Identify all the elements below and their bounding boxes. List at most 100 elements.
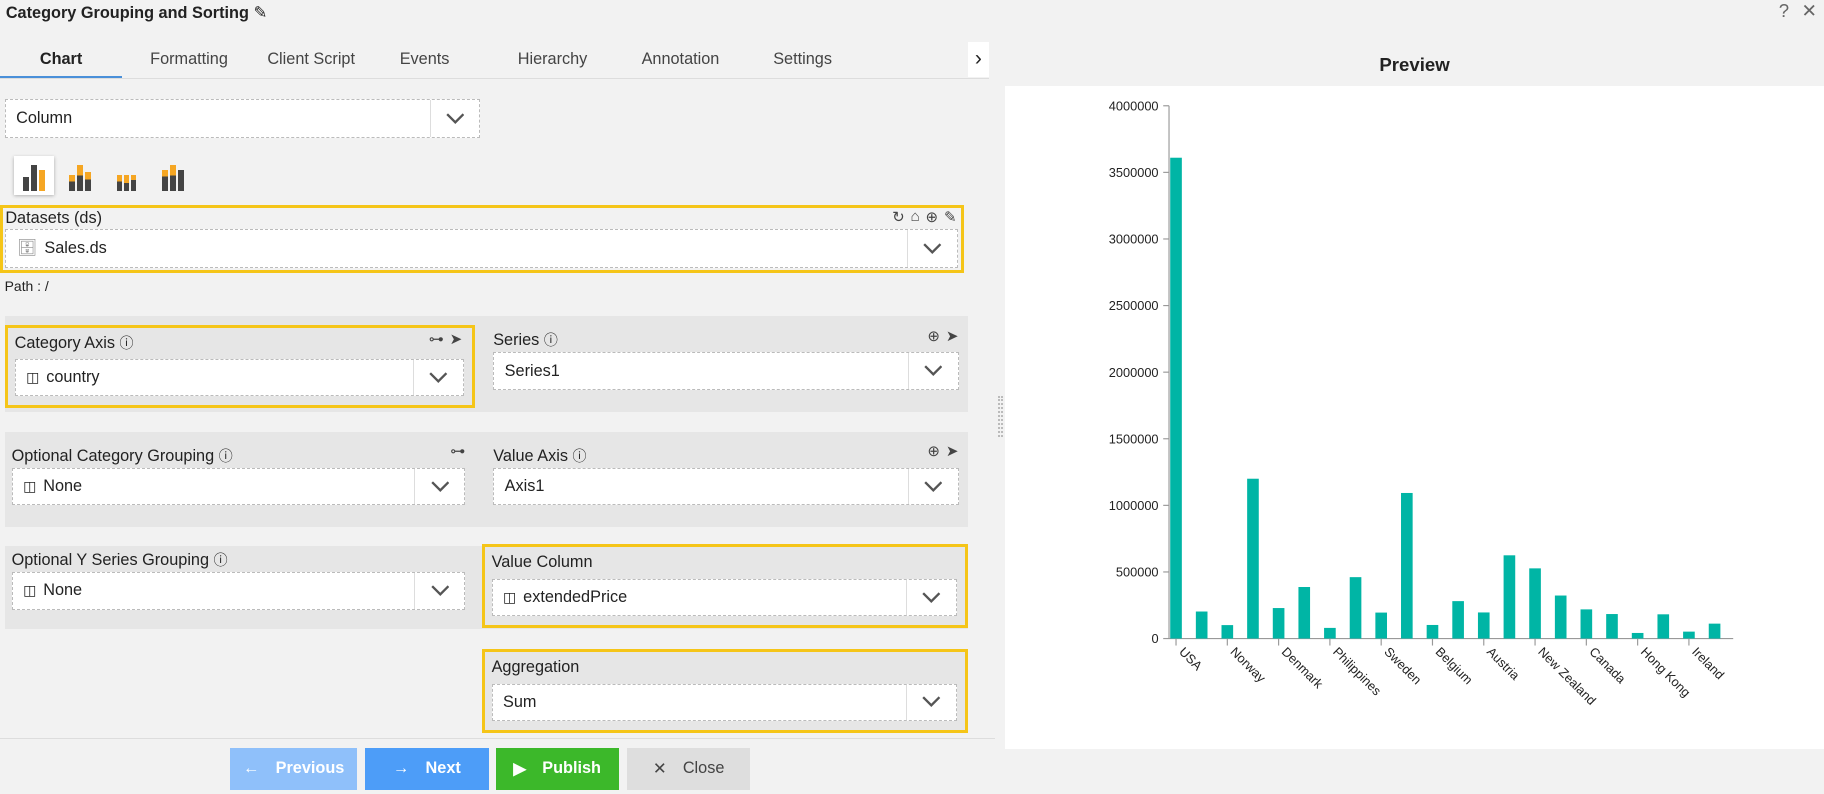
home-icon[interactable]: ⌂: [911, 208, 920, 226]
y-tick-label: 1000000: [1109, 498, 1159, 513]
category-axis-select[interactable]: ◫ country: [14, 358, 464, 397]
clustered-column-icon[interactable]: [13, 155, 54, 196]
tab-events[interactable]: Events: [366, 42, 482, 78]
bar[interactable]: [1426, 625, 1439, 639]
y-tick-label: 0: [1152, 631, 1159, 646]
y-tick-label: 2500000: [1109, 298, 1159, 313]
bar[interactable]: [1170, 157, 1182, 639]
column-icon: ◫: [26, 369, 40, 386]
aggregation-select[interactable]: Sum: [491, 683, 957, 721]
bar[interactable]: [1324, 627, 1336, 639]
series-select[interactable]: Series1: [493, 352, 959, 390]
value-column-value: ◫ extendedPrice: [493, 579, 908, 616]
close-icon[interactable]: ✕: [1801, 0, 1817, 22]
chevron-down-icon[interactable]: [415, 580, 464, 602]
splitter-handle[interactable]: [998, 395, 1003, 438]
info-icon[interactable]: ⓘ: [219, 448, 233, 464]
column-icon: ◫: [503, 588, 517, 605]
chevron-down-icon[interactable]: [909, 360, 958, 382]
tab-formatting[interactable]: Formatting: [122, 42, 256, 78]
bar[interactable]: [1657, 614, 1670, 639]
navigate-icon[interactable]: ➤: [946, 327, 959, 345]
datasets-section: Datasets (ds) ↻ ⌂ ⊕ ✎ 🗄 Sales.ds: [0, 204, 965, 274]
info-icon[interactable]: ⓘ: [120, 335, 134, 351]
chevron-down-icon[interactable]: [909, 475, 958, 497]
tab-scroll-right-icon[interactable]: ›: [967, 41, 989, 77]
y-series-grouping-value: ◫ None: [13, 573, 416, 609]
help-icon[interactable]: ?: [1779, 0, 1789, 22]
refresh-icon[interactable]: ↻: [892, 208, 905, 226]
tab-client-script[interactable]: Client Script: [256, 42, 367, 78]
chevron-down-icon[interactable]: [908, 237, 957, 259]
category-grouping-label-text: Optional Category Grouping: [11, 446, 215, 465]
bar[interactable]: [1606, 614, 1618, 639]
close-button[interactable]: ✕ Close: [627, 747, 751, 790]
x-icon: ✕: [652, 759, 667, 778]
edit-title-icon[interactable]: ✎: [253, 4, 267, 22]
datasets-label: Datasets (ds): [5, 208, 103, 227]
series-actions: ⊕ ➤: [927, 327, 958, 345]
value-axis-select[interactable]: Axis1: [493, 467, 959, 505]
add-circle-icon[interactable]: ⊕: [927, 442, 940, 460]
add-circle-icon[interactable]: ⊕: [927, 327, 940, 345]
series-label-text: Series: [493, 331, 540, 350]
database-icon: 🗄: [16, 239, 38, 258]
bar[interactable]: [1247, 478, 1259, 639]
x-tick-label: Denmark: [1279, 644, 1327, 692]
bar[interactable]: [1272, 608, 1285, 639]
tab-settings[interactable]: Settings: [739, 42, 867, 78]
tab-chart[interactable]: Chart: [0, 42, 123, 79]
chevron-down-icon[interactable]: [415, 475, 464, 497]
category-grouping-select[interactable]: ◫ None: [11, 467, 466, 505]
category-axis-value: ◫ country: [16, 359, 414, 396]
hierarchy-icon[interactable]: ⊶: [450, 442, 465, 460]
bar[interactable]: [1708, 623, 1721, 639]
chevron-down-icon[interactable]: [431, 108, 480, 130]
bar[interactable]: [1503, 555, 1516, 639]
100-stacked-column-icon[interactable]: [107, 156, 147, 196]
value-column-select[interactable]: ◫ extendedPrice: [491, 578, 957, 617]
edit-icon[interactable]: ✎: [944, 208, 957, 226]
bar[interactable]: [1529, 568, 1541, 639]
bar[interactable]: [1375, 612, 1388, 639]
previous-button[interactable]: ← Previous: [230, 747, 358, 790]
bar[interactable]: [1195, 611, 1208, 639]
chart-type-select[interactable]: Column: [4, 98, 481, 139]
navigate-icon[interactable]: ➤: [450, 330, 463, 348]
bar[interactable]: [1631, 633, 1644, 639]
play-icon: ▶: [513, 759, 526, 778]
bar[interactable]: [1478, 612, 1490, 639]
value-axis-field: Value Axis ⓘ ⊕ ➤ Axis1: [486, 440, 968, 517]
bar[interactable]: [1401, 493, 1413, 639]
bar[interactable]: [1554, 595, 1567, 639]
tab-hierarchy[interactable]: Hierarchy: [483, 42, 623, 78]
stacked-column-icon[interactable]: [60, 156, 100, 196]
bar[interactable]: [1580, 609, 1593, 639]
publish-button[interactable]: ▶ Publish: [495, 747, 619, 790]
chevron-down-icon[interactable]: [414, 367, 463, 389]
x-tick-label: Ireland: [1689, 644, 1727, 682]
chevron-down-icon[interactable]: [907, 586, 956, 608]
info-icon[interactable]: ⓘ: [214, 552, 228, 568]
title-text: Category Grouping and Sorting: [5, 4, 249, 23]
info-icon[interactable]: ⓘ: [544, 332, 558, 348]
value-axis-actions: ⊕ ➤: [927, 442, 958, 460]
y-series-grouping-select[interactable]: ◫ None: [11, 572, 466, 610]
value-column-field: Value Column ◫ extendedPrice: [481, 544, 968, 629]
tab-annotation[interactable]: Annotation: [622, 42, 738, 78]
bar[interactable]: [1298, 587, 1311, 639]
add-circle-icon[interactable]: ⊕: [926, 208, 939, 226]
bar[interactable]: [1349, 577, 1362, 639]
bar[interactable]: [1221, 625, 1234, 639]
dataset-select[interactable]: 🗄 Sales.ds: [5, 228, 959, 269]
bar[interactable]: [1683, 631, 1695, 639]
hierarchy-icon[interactable]: ⊶: [429, 330, 444, 348]
value-axis-label: Value Axis ⓘ: [493, 446, 586, 466]
next-button[interactable]: → Next: [365, 747, 489, 790]
grouped-stacked-column-icon[interactable]: [154, 156, 194, 196]
navigate-icon[interactable]: ➤: [946, 442, 959, 460]
bar[interactable]: [1452, 601, 1464, 639]
x-tick-label: Austria: [1484, 644, 1523, 683]
chevron-down-icon[interactable]: [907, 691, 956, 713]
info-icon[interactable]: ⓘ: [572, 448, 586, 464]
